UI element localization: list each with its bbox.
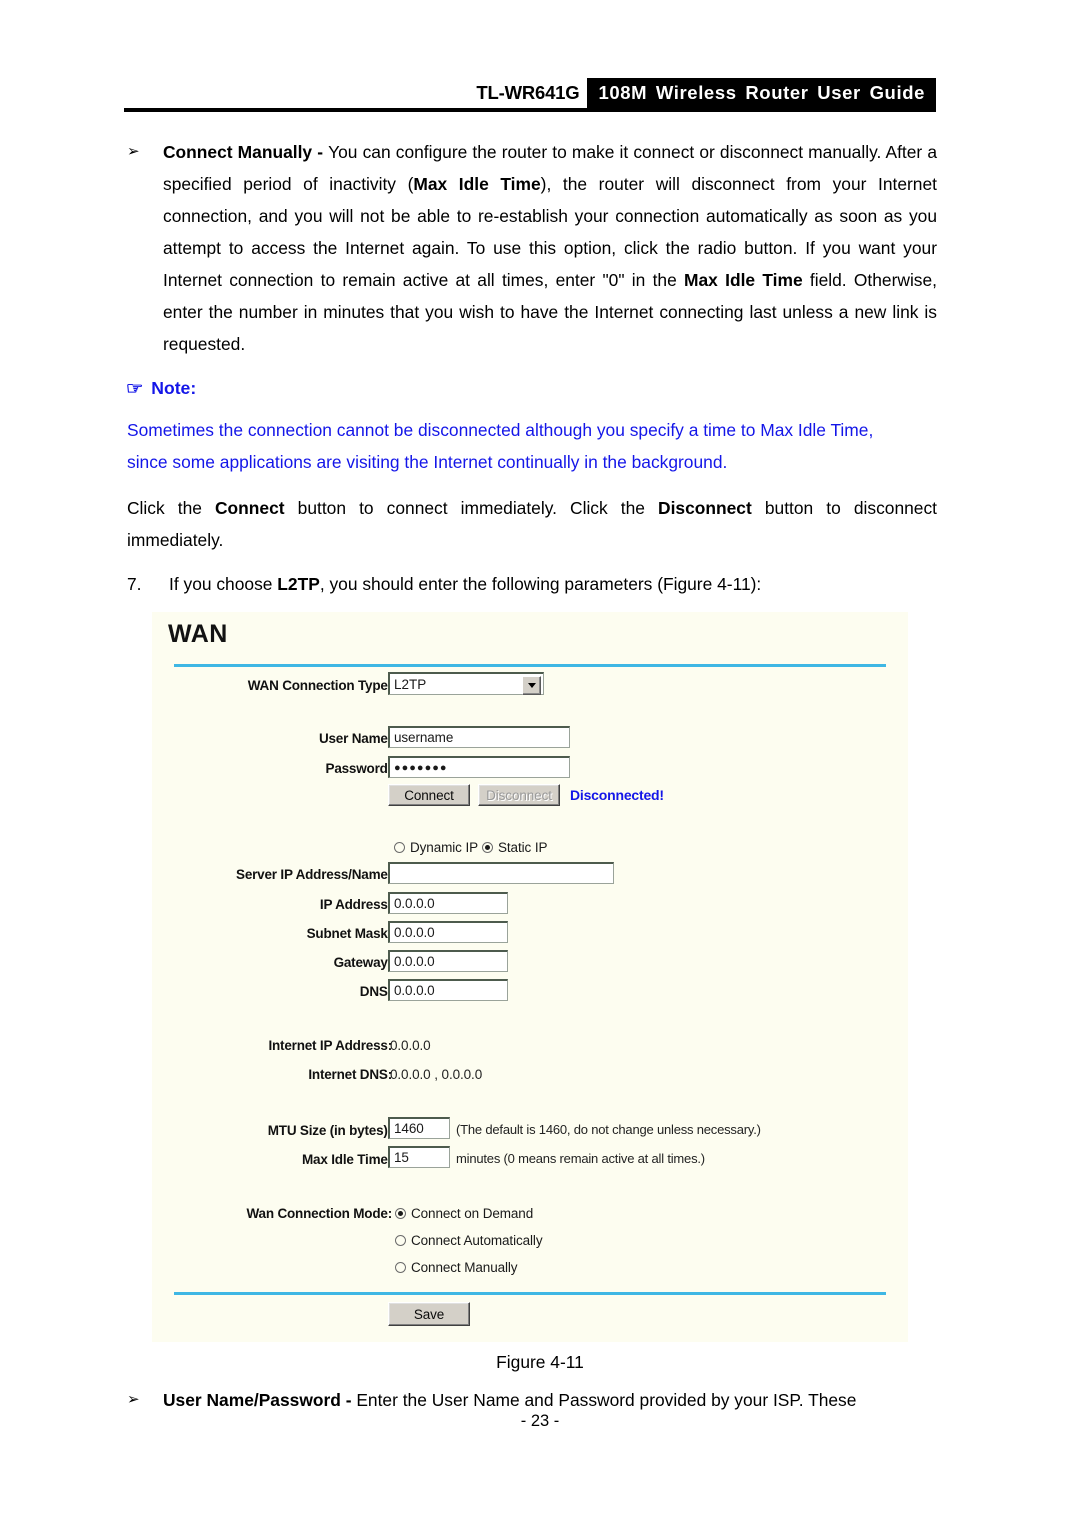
- paragraph-connect-disconnect: Click the Connect button to connect imme…: [127, 492, 937, 556]
- step-7: 7. If you choose L2TP, you should enter …: [127, 568, 937, 600]
- wan-panel-title: WAN: [168, 620, 228, 648]
- cm-bold-2: Max Idle Time: [684, 270, 803, 290]
- radio-connect-manually-label: Connect Manually: [411, 1260, 518, 1275]
- panel-bottom-divider: [174, 1292, 886, 1295]
- step-7-text: If you choose L2TP, you should enter the…: [169, 568, 937, 600]
- radio-connect-automatically-circle-icon[interactable]: [395, 1235, 406, 1246]
- wan-configuration-panel: WAN WAN Connection Type: L2TP User Name:…: [152, 612, 908, 1342]
- label-mtu-size: MTU Size (in bytes):: [267, 1123, 392, 1138]
- header-divider: [124, 108, 936, 112]
- input-dns-value: 0.0.0.0: [394, 983, 435, 998]
- input-ip-address[interactable]: 0.0.0.0: [388, 892, 508, 914]
- cp-text-1: Click the: [127, 498, 215, 518]
- label-user-name: User Name:: [318, 731, 392, 746]
- note-heading: ☞ Note:: [125, 375, 197, 402]
- label-ip-address: IP Address:: [319, 897, 392, 912]
- note-line-1: Sometimes the connection cannot be disco…: [127, 420, 874, 440]
- input-subnet-mask-value: 0.0.0.0: [394, 925, 435, 940]
- input-mtu-size-value: 1460: [394, 1121, 424, 1136]
- label-max-idle-time: Max Idle Time:: [302, 1152, 392, 1167]
- label-gateway: Gateway:: [333, 955, 393, 970]
- bullet-connect-manually: ➢ Connect Manually - You can configure t…: [127, 136, 937, 360]
- term-connect-manually: Connect Manually: [163, 142, 313, 162]
- cp-text-2: button to connect immediately. Click the: [284, 498, 659, 518]
- input-ip-address-value: 0.0.0.0: [394, 896, 435, 911]
- radio-static-ip[interactable]: Static IP: [482, 840, 547, 855]
- header-title-band: 108M Wireless Router User Guide: [587, 78, 936, 108]
- bullet-connect-manually-text: Connect Manually - You can configure the…: [163, 136, 937, 360]
- cp-bold-connect: Connect: [215, 498, 285, 518]
- term-user-name-password: User Name/Password: [163, 1390, 341, 1410]
- hint-max-idle-time: minutes (0 means remain active at all ti…: [456, 1151, 705, 1166]
- document-page: TL-WR641G 108M Wireless Router User Guid…: [0, 0, 1080, 1527]
- input-subnet-mask[interactable]: 0.0.0.0: [388, 921, 508, 943]
- input-max-idle-time[interactable]: 15: [388, 1146, 450, 1168]
- select-wan-connection-type-value: L2TP: [394, 676, 427, 692]
- panel-top-divider: [174, 664, 886, 667]
- radio-connect-manually-circle-icon[interactable]: [395, 1262, 406, 1273]
- radio-connect-on-demand[interactable]: Connect on Demand: [395, 1206, 533, 1221]
- radio-dynamic-ip[interactable]: Dynamic IP: [394, 840, 478, 855]
- radio-connect-automatically-label: Connect Automatically: [411, 1233, 543, 1248]
- term-dash-2: -: [340, 1390, 357, 1410]
- radio-connect-automatically[interactable]: Connect Automatically: [395, 1233, 543, 1248]
- step-7-number: 7.: [127, 574, 142, 594]
- note-label: Note:: [151, 378, 197, 398]
- note-line-2: since some applications are visiting the…: [127, 452, 728, 472]
- label-internet-ip-address: Internet IP Address:: [268, 1038, 392, 1053]
- input-password-value: ●●●●●●●: [394, 761, 448, 774]
- value-internet-ip-address: 0.0.0.0: [390, 1038, 431, 1053]
- bullet-arrow-icon: ➢: [127, 143, 140, 160]
- label-dns: DNS:: [359, 984, 392, 999]
- input-gateway[interactable]: 0.0.0.0: [388, 950, 508, 972]
- page-number: - 23 -: [520, 1412, 560, 1430]
- input-user-name[interactable]: username: [388, 726, 570, 748]
- value-internet-dns: 0.0.0.0 , 0.0.0.0: [390, 1067, 483, 1082]
- label-password: Password:: [325, 761, 393, 776]
- header-model-name: TL-WR641G: [476, 82, 580, 103]
- label-subnet-mask: Subnet Mask:: [306, 926, 393, 941]
- input-server-ip-address[interactable]: [388, 862, 614, 884]
- s7-text-1: If you choose: [169, 574, 278, 594]
- input-mtu-size[interactable]: 1460: [388, 1117, 450, 1139]
- cp-bold-disconnect: Disconnect: [658, 498, 752, 518]
- radio-static-ip-label: Static IP: [498, 840, 548, 855]
- radio-static-ip-circle-icon[interactable]: [482, 842, 493, 853]
- page-header: TL-WR641G 108M Wireless Router User Guid…: [124, 78, 936, 108]
- figure-caption: Figure 4-11: [496, 1352, 584, 1372]
- radio-dynamic-ip-label: Dynamic IP: [410, 840, 479, 855]
- label-wan-connection-type: WAN Connection Type:: [247, 678, 392, 693]
- save-button[interactable]: Save: [388, 1302, 470, 1326]
- note-body: Sometimes the connection cannot be disco…: [127, 414, 951, 478]
- input-max-idle-time-value: 15: [394, 1150, 409, 1165]
- label-wan-connection-mode: Wan Connection Mode:: [246, 1206, 393, 1221]
- label-server-ip-address: Server IP Address/Name:: [236, 867, 392, 882]
- chevron-down-icon[interactable]: [522, 676, 541, 695]
- pointing-hand-icon: ☞: [125, 379, 144, 398]
- radio-dynamic-ip-circle-icon[interactable]: [394, 842, 405, 853]
- input-user-name-value: username: [394, 730, 454, 745]
- hint-mtu-size: (The default is 1460, do not change unle…: [456, 1122, 761, 1137]
- radio-connect-on-demand-circle-icon[interactable]: [395, 1208, 406, 1219]
- term-dash: -: [312, 142, 329, 162]
- input-gateway-value: 0.0.0.0: [394, 954, 435, 969]
- select-wan-connection-type[interactable]: L2TP: [388, 672, 544, 695]
- input-password[interactable]: ●●●●●●●: [388, 756, 570, 778]
- lb-text: Enter the User Name and Password provide…: [356, 1390, 857, 1410]
- radio-connect-manually[interactable]: Connect Manually: [395, 1260, 518, 1275]
- s7-bold-l2tp: L2TP: [277, 574, 320, 594]
- cm-bold-1: Max Idle Time: [413, 174, 541, 194]
- input-dns[interactable]: 0.0.0.0: [388, 979, 508, 1001]
- disconnect-button: Disconnect: [478, 784, 560, 806]
- s7-text-2: , you should enter the following paramet…: [319, 574, 762, 594]
- connect-button[interactable]: Connect: [388, 784, 470, 806]
- connection-status-text: Disconnected!: [570, 787, 664, 803]
- radio-connect-on-demand-label: Connect on Demand: [411, 1206, 534, 1221]
- label-internet-dns: Internet DNS:: [308, 1067, 392, 1082]
